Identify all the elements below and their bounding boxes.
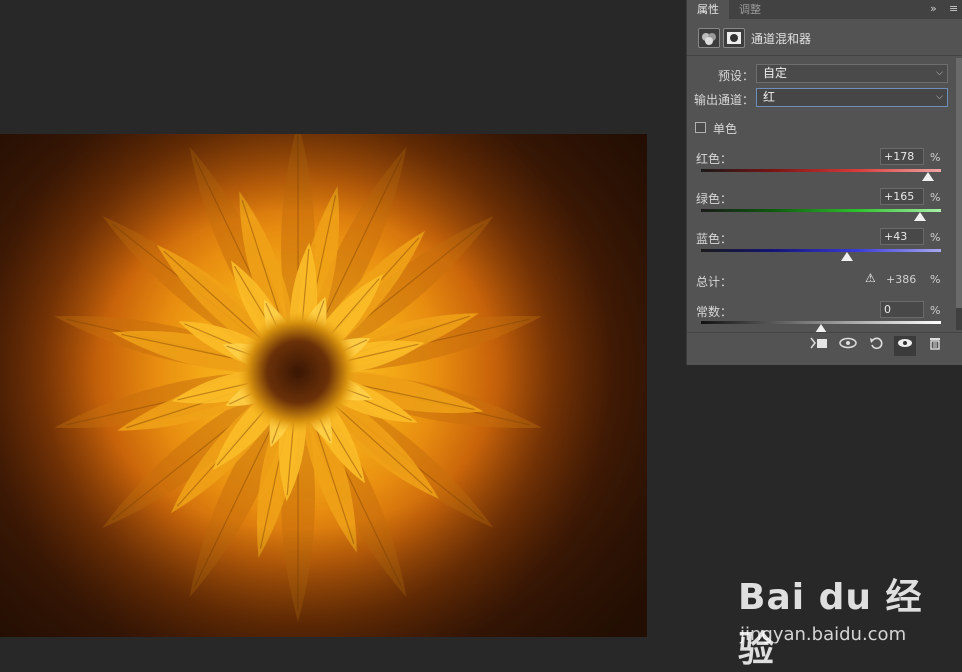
flower-photo [0,134,647,637]
blue-slider-track[interactable] [701,249,941,252]
baidu-watermark: Bai du 经验 jingyan.baidu.com [738,568,958,670]
collapse-panel-icon[interactable]: » [930,0,937,18]
red-slider-thumb[interactable] [921,172,934,181]
warning-icon: ⚠ [865,271,876,285]
preset-value: 自定 [763,66,788,80]
total-value: +386 [886,273,917,286]
red-label: 红色： [696,152,733,166]
green-value-field[interactable]: +165 [880,188,924,205]
panel-header: 通道混和器 [687,19,962,56]
output-channel-dropdown[interactable]: 红 ⌵ [756,88,948,107]
tab-adjustments[interactable]: 调整 [729,0,771,19]
green-label: 绿色： [696,192,733,206]
constant-slider-thumb[interactable] [815,324,827,333]
total-label: 总计： [696,275,733,289]
blue-unit: % [930,231,941,244]
canvas-image[interactable] [0,134,647,637]
panel-tabbar: 属性 调整 » ≡ [687,0,962,19]
green-slider-thumb[interactable] [914,212,926,221]
total-unit: % [930,273,941,286]
monochrome-checkbox[interactable] [695,122,706,133]
blue-value-field[interactable]: +43 [880,228,924,245]
output-channel-label: 输出通道： [693,93,754,107]
constant-label: 常数： [696,305,733,319]
tab-properties[interactable]: 属性 [687,0,729,19]
preset-label: 预设： [717,69,754,83]
output-channel-value: 红 [763,90,776,104]
channel-mixer-icon [698,28,720,48]
red-value-field[interactable]: +178 [880,148,924,165]
scrollbar-thumb[interactable] [956,58,962,308]
red-slider-track[interactable] [701,169,941,172]
watermark-logo: Bai du 经验 [738,577,923,670]
green-slider-track[interactable] [701,209,941,212]
panel-menu-icon[interactable]: ≡ [949,0,958,18]
panel-title: 通道混和器 [751,32,812,46]
watermark-url: jingyan.baidu.com [740,624,907,645]
constant-value-field[interactable]: 0 [880,301,924,318]
green-unit: % [930,191,941,204]
chevron-down-icon: ⌵ [936,68,943,78]
monochrome-label: 单色 [713,122,738,136]
preset-dropdown[interactable]: 自定 ⌵ [756,64,948,83]
blue-slider-thumb[interactable] [840,252,853,261]
chevron-down-icon: ⌵ [936,92,943,102]
constant-unit: % [930,304,941,317]
panel-scrollbar[interactable] [956,58,962,330]
layer-mask-icon[interactable] [723,28,745,48]
blue-label: 蓝色： [696,232,733,246]
red-unit: % [930,151,941,164]
